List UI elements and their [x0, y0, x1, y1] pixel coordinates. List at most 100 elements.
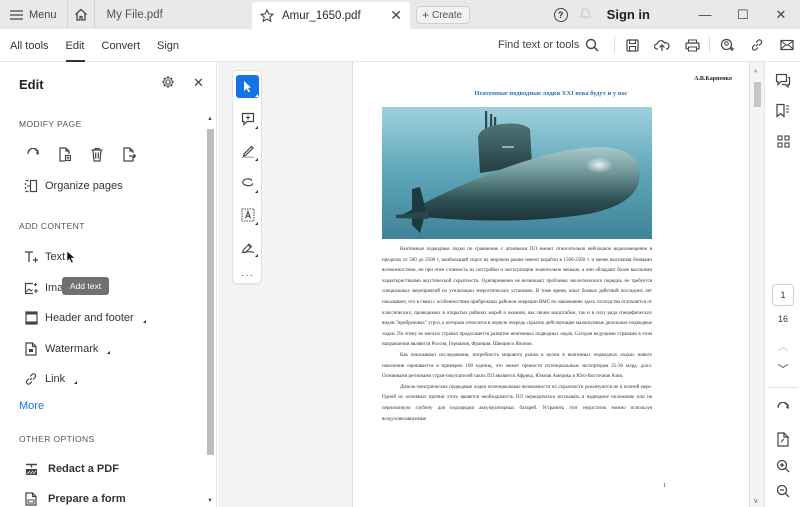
- scroll-up-arrow-icon[interactable]: ▲: [207, 116, 213, 122]
- paragraph: Как показывают исследования, потребность…: [382, 352, 652, 380]
- redact-pdf-button[interactable]: Redact a PDF: [24, 462, 119, 476]
- tab-my-file[interactable]: My File.pdf: [95, 9, 261, 21]
- panel-scrollbar[interactable]: ▲ ▼: [206, 116, 215, 504]
- sign-in-button[interactable]: Sign in: [607, 7, 650, 22]
- document-scrollbar[interactable]: ^ v: [753, 70, 762, 507]
- panel-title: Edit: [19, 77, 44, 92]
- submenu-caret-icon: [141, 316, 146, 323]
- notification-bell-icon[interactable]: [579, 7, 591, 22]
- bookmarks-icon[interactable]: [774, 101, 792, 119]
- redact-icon: [24, 462, 38, 476]
- insert-page-icon[interactable]: [56, 146, 73, 163]
- highlight-pen-icon[interactable]: [236, 139, 259, 162]
- main-toolbar: All tools Edit Convert Sign Find text or…: [0, 29, 800, 62]
- home-icon: [74, 8, 87, 21]
- maximize-button[interactable]: ☐: [724, 7, 762, 23]
- upload-cloud-icon[interactable]: [647, 36, 677, 54]
- link-icon: [24, 372, 38, 386]
- link-icon[interactable]: [742, 36, 772, 54]
- link-label: Link: [45, 373, 66, 385]
- text-box-icon[interactable]: [236, 203, 259, 226]
- nav-sign[interactable]: Sign: [157, 40, 179, 52]
- select-cursor-icon[interactable]: [236, 75, 259, 98]
- signature-icon[interactable]: [236, 235, 259, 258]
- prepare-form-button[interactable]: Prepare a form: [24, 492, 126, 506]
- home-button[interactable]: [66, 0, 95, 29]
- close-tab-icon[interactable]: ✕: [390, 7, 402, 24]
- next-page-icon[interactable]: ﹀: [774, 360, 792, 378]
- header-footer-icon: [24, 311, 38, 325]
- menu-label: Menu: [29, 8, 57, 21]
- pdf-page: А.В.Карпенко Неатомные подводные лодки X…: [352, 62, 750, 507]
- submenu-caret-icon: [72, 377, 78, 384]
- modify-page-heading: MODIFY PAGE: [19, 119, 82, 129]
- prepare-form-label: Prepare a form: [48, 493, 126, 505]
- scroll-down-arrow-icon[interactable]: v: [754, 498, 758, 505]
- rotate-icon[interactable]: [24, 146, 41, 163]
- tab-amur[interactable]: Amur_1650.pdf ✕: [252, 2, 410, 29]
- star-icon[interactable]: [260, 8, 274, 23]
- zoom-out-icon[interactable]: [774, 482, 792, 500]
- add-link-button[interactable]: Link: [24, 372, 78, 386]
- nav-edit[interactable]: Edit: [65, 40, 85, 62]
- add-user-icon[interactable]: [712, 36, 742, 54]
- find-label: Find text or tools: [498, 39, 580, 51]
- close-panel-icon[interactable]: ✕: [193, 75, 204, 91]
- menu-button[interactable]: Menu: [0, 0, 67, 29]
- current-page-input[interactable]: 1: [772, 284, 794, 306]
- form-icon: [24, 492, 38, 506]
- watermark-label: Watermark: [45, 343, 99, 355]
- mouse-cursor-icon: [66, 250, 76, 269]
- save-icon[interactable]: [617, 36, 647, 54]
- add-content-heading: ADD CONTENT: [19, 221, 85, 231]
- help-icon[interactable]: ?: [553, 7, 568, 22]
- find-text-or-tools[interactable]: Find text or tools: [498, 38, 599, 52]
- right-rail: 1 16 ︿ ﹀: [764, 62, 800, 507]
- print-icon[interactable]: [677, 36, 707, 54]
- more-link[interactable]: More: [19, 400, 44, 412]
- header-footer-button[interactable]: Header and footer: [24, 311, 146, 325]
- zoom-in-icon[interactable]: [774, 457, 792, 475]
- header-footer-label: Header and footer: [45, 312, 134, 324]
- page-number: 1: [663, 483, 666, 489]
- scroll-down-arrow-icon[interactable]: ▼: [207, 498, 213, 504]
- extract-page-icon[interactable]: [120, 146, 137, 163]
- scrollbar-thumb[interactable]: [754, 82, 761, 107]
- organize-pages-button[interactable]: Organize pages: [24, 179, 123, 193]
- page-fit-icon[interactable]: [774, 430, 792, 448]
- watermark-button[interactable]: Watermark: [24, 342, 111, 356]
- gear-icon[interactable]: [161, 75, 175, 94]
- tooltip: Add text: [62, 277, 109, 295]
- previous-page-icon[interactable]: ︿: [774, 337, 792, 355]
- add-text-button[interactable]: Text: [24, 250, 65, 264]
- submenu-caret-icon: [105, 347, 111, 354]
- redact-label: Redact a PDF: [48, 463, 119, 475]
- document-viewer: ··· А.В.Карпенко Неатомные подводные лод…: [218, 62, 764, 507]
- scroll-up-arrow-icon[interactable]: ^: [754, 70, 757, 77]
- scrollbar-thumb[interactable]: [207, 129, 214, 455]
- comments-icon[interactable]: [774, 71, 792, 89]
- create-button[interactable]: + Create: [416, 6, 470, 24]
- draw-freehand-icon[interactable]: [236, 171, 259, 194]
- create-label: Create: [432, 9, 463, 21]
- tab-label: My File.pdf: [106, 8, 163, 21]
- hamburger-icon: [10, 9, 23, 20]
- more-icon[interactable]: ···: [236, 264, 259, 287]
- close-window-button[interactable]: ✕: [762, 7, 800, 23]
- plus-icon: +: [422, 8, 430, 22]
- paragraph: Дизель-электрические подводные лодки пот…: [382, 384, 652, 422]
- add-comment-icon[interactable]: [236, 107, 259, 130]
- paragraph: Неатомные подводные лодки по сравнению с…: [382, 247, 652, 348]
- delete-icon[interactable]: [88, 146, 105, 163]
- minimize-button[interactable]: —: [686, 7, 724, 22]
- thumbnails-icon[interactable]: [774, 132, 792, 150]
- email-icon[interactable]: [772, 36, 800, 54]
- document-title: Неатомные подводные лодки XXI века будут…: [474, 90, 628, 97]
- quick-tools-bar: ···: [232, 70, 262, 284]
- tab-label: Amur_1650.pdf: [282, 9, 361, 22]
- nav-all-tools[interactable]: All tools: [10, 40, 49, 52]
- search-icon: [586, 38, 599, 52]
- nav-convert[interactable]: Convert: [102, 40, 141, 52]
- add-text-icon: [24, 250, 38, 264]
- rotate-view-icon[interactable]: [774, 400, 792, 418]
